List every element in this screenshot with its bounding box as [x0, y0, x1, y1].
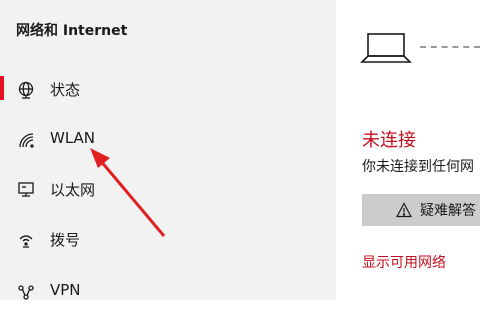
sidebar-item-label: 以太网 [50, 181, 96, 199]
sidebar-item-status[interactable]: 状态 [0, 70, 336, 110]
troubleshoot-button[interactable]: 疑难解答 [362, 194, 480, 226]
sidebar-item-dialup[interactable]: 拨号 [0, 220, 336, 260]
sidebar-item-label: 拨号 [50, 231, 81, 249]
sidebar-item-ethernet[interactable]: 以太网 [0, 170, 336, 210]
wlan-icon [16, 130, 36, 150]
vpn-icon [16, 282, 36, 302]
connection-dashes [420, 46, 480, 48]
sidebar-item-vpn[interactable]: VPN [0, 272, 336, 312]
sidebar: 网络和 Internet 状态 WLAN 以太网 拨号 VPN [0, 0, 336, 300]
warning-icon [396, 202, 412, 218]
troubleshoot-label: 疑难解答 [420, 203, 476, 219]
main-panel: 未连接 你未连接到任何网 疑难解答 显示可用网络 [336, 0, 480, 300]
status-description: 你未连接到任何网 [362, 159, 474, 175]
ethernet-icon [16, 180, 36, 200]
dialup-icon [16, 230, 36, 250]
sidebar-item-label: VPN [50, 281, 81, 299]
sidebar-item-label: WLAN [50, 129, 96, 147]
show-available-networks-link[interactable]: 显示可用网络 [362, 252, 446, 272]
status-title: 未连接 [362, 130, 416, 151]
sidebar-title: 网络和 Internet [16, 23, 128, 39]
laptop-icon [360, 30, 412, 70]
status-globe-icon [16, 80, 36, 100]
sidebar-item-wlan[interactable]: WLAN [0, 120, 336, 160]
sidebar-item-label: 状态 [50, 81, 81, 99]
